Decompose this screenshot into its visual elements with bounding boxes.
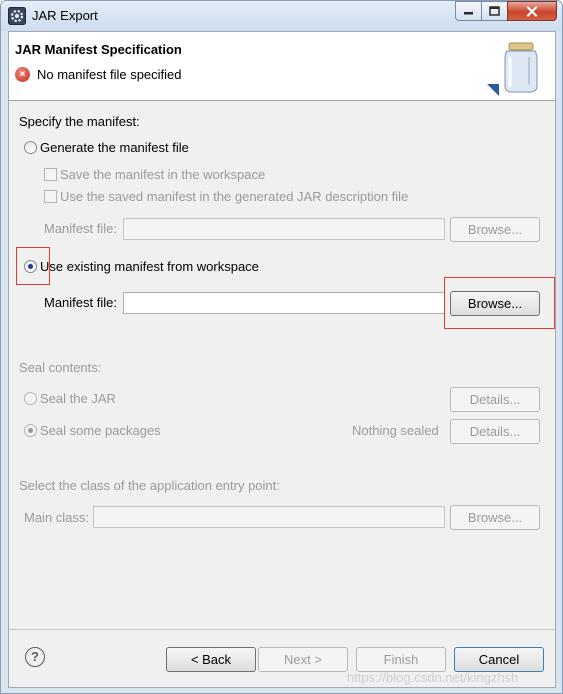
maximize-button[interactable] (481, 1, 508, 21)
next-button[interactable]: Next > (258, 647, 348, 672)
seal-contents-label: Seal contents: (19, 360, 102, 375)
back-button[interactable]: < Back (166, 647, 256, 672)
specify-manifest-label: Specify the manifest: (19, 114, 140, 129)
seal-jar-radio[interactable] (24, 392, 37, 405)
eclipse-gear-icon (8, 7, 26, 25)
dialog-content: JAR Manifest Specification × No manifest… (8, 31, 556, 688)
save-manifest-checkbox[interactable] (44, 168, 57, 181)
entry-point-label: Select the class of the application entr… (19, 478, 280, 493)
close-icon (526, 5, 538, 17)
footer-separator (9, 629, 555, 630)
jar-icon (487, 42, 538, 96)
use-saved-manifest-label: Use the saved manifest in the generated … (60, 189, 409, 204)
watermark-text: https://blog.csdn.net/kingzhsh (347, 670, 519, 685)
minimize-icon (464, 12, 473, 15)
save-manifest-label: Save the manifest in the workspace (60, 167, 266, 182)
cancel-button[interactable]: Cancel (454, 647, 544, 672)
browse-button-disabled[interactable]: Browse... (450, 217, 540, 242)
nothing-sealed-status: Nothing sealed (352, 423, 439, 438)
manifest-file-label-disabled: Manifest file: (44, 221, 117, 236)
window-title: JAR Export (32, 8, 98, 23)
finish-button[interactable]: Finish (356, 647, 446, 672)
generate-manifest-radio[interactable] (24, 141, 37, 154)
seal-some-packages-label: Seal some packages (40, 423, 161, 438)
wizard-header: JAR Manifest Specification × No manifest… (9, 32, 555, 101)
radio-highlight-box (16, 247, 50, 285)
jar-export-window: JAR Export JAR Manifest Specification × … (0, 0, 563, 694)
seal-jar-label: Seal the JAR (40, 391, 116, 406)
maximize-icon (489, 6, 500, 16)
seal-some-details-button[interactable]: Details... (450, 419, 540, 444)
seal-jar-details-button[interactable]: Details... (450, 387, 540, 412)
use-saved-manifest-checkbox[interactable] (44, 190, 57, 203)
browse-highlight-box (444, 277, 555, 329)
existing-manifest-file-label: Manifest file: (44, 295, 117, 310)
manifest-file-input-disabled[interactable] (123, 218, 445, 240)
error-icon: × (15, 67, 30, 82)
error-message: No manifest file specified (37, 67, 182, 82)
use-existing-manifest-label[interactable]: Use existing manifest from workspace (40, 259, 259, 274)
main-class-label: Main class: (24, 510, 90, 525)
radio-selected-dot (28, 428, 33, 433)
seal-some-packages-radio[interactable] (24, 424, 37, 437)
help-icon[interactable]: ? (25, 647, 45, 667)
title-bar: JAR Export (1, 1, 562, 31)
page-title: JAR Manifest Specification (15, 42, 182, 57)
existing-manifest-file-input[interactable] (123, 292, 445, 314)
minimize-button[interactable] (455, 1, 482, 21)
main-class-input[interactable] (93, 506, 445, 528)
close-button[interactable] (507, 1, 557, 21)
generate-manifest-label[interactable]: Generate the manifest file (40, 140, 189, 155)
main-class-browse-button[interactable]: Browse... (450, 505, 540, 530)
